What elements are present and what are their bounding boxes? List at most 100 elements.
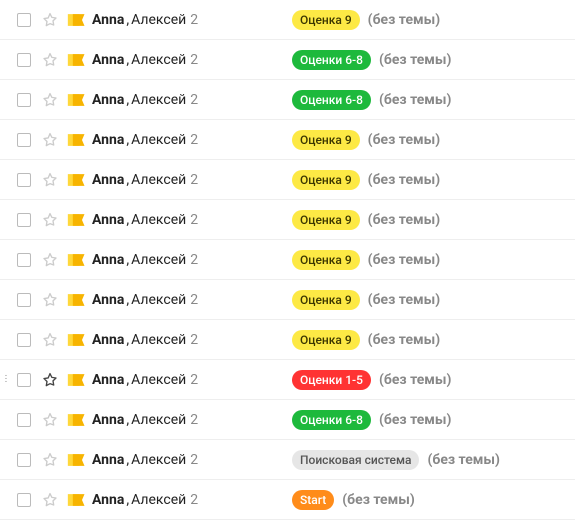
thread-count: 2 xyxy=(190,172,198,188)
select-checkbox[interactable] xyxy=(10,253,38,267)
select-checkbox[interactable] xyxy=(10,453,38,467)
flag-icon[interactable] xyxy=(62,332,92,348)
star-icon[interactable] xyxy=(38,91,62,109)
subject-area: Оценка 9 (без темы) xyxy=(292,250,575,270)
sender-primary: Anna xyxy=(92,492,124,508)
star-icon[interactable] xyxy=(38,411,62,429)
sender-primary: Anna xyxy=(92,172,124,188)
label-tag[interactable]: Оценка 9 xyxy=(292,10,360,30)
label-tag[interactable]: Оценка 9 xyxy=(292,290,360,310)
thread-count: 2 xyxy=(190,372,198,388)
select-checkbox[interactable] xyxy=(10,373,38,387)
mail-row[interactable]: Anna, Алексей 2 Поисковая система (без т… xyxy=(0,440,575,480)
subject-brief: (без темы) xyxy=(368,12,441,28)
sender-secondary: Алексей xyxy=(131,292,186,308)
sender-secondary: Алексей xyxy=(131,12,186,28)
label-tag[interactable]: Поисковая система xyxy=(292,450,419,470)
flag-icon[interactable] xyxy=(62,172,92,188)
star-icon[interactable] xyxy=(38,171,62,189)
subject-area: Оценка 9 (без темы) xyxy=(292,130,575,150)
label-tag[interactable]: Оценка 9 xyxy=(292,330,360,350)
flag-icon[interactable] xyxy=(62,492,92,508)
flag-icon[interactable] xyxy=(62,372,92,388)
star-icon[interactable] xyxy=(38,331,62,349)
mail-row[interactable]: Anna, Алексей 2 Start (без темы) xyxy=(0,480,575,520)
mail-row[interactable]: ······ Anna, Алексей 2 Оценки 1-5 (без т… xyxy=(0,360,575,400)
flag-icon[interactable] xyxy=(62,292,92,308)
subject-brief: (без темы) xyxy=(379,412,452,428)
senders: Anna, Алексей 2 xyxy=(92,132,292,148)
label-tag[interactable]: Start xyxy=(292,490,334,510)
mail-row[interactable]: Anna, Алексей 2 Оценка 9 (без темы) xyxy=(0,280,575,320)
star-icon[interactable] xyxy=(38,11,62,29)
flag-icon[interactable] xyxy=(62,252,92,268)
subject-area: Оценки 1-5 (без темы) xyxy=(292,370,575,390)
label-tag[interactable]: Оценка 9 xyxy=(292,250,360,270)
label-tag[interactable]: Оценки 6-8 xyxy=(292,410,371,430)
star-icon[interactable] xyxy=(38,371,62,389)
sender-secondary: Алексей xyxy=(131,412,186,428)
select-checkbox[interactable] xyxy=(10,493,38,507)
sender-secondary: Алексей xyxy=(131,52,186,68)
senders: Anna, Алексей 2 xyxy=(92,52,292,68)
mail-row[interactable]: Anna, Алексей 2 Оценка 9 (без темы) xyxy=(0,120,575,160)
select-checkbox[interactable] xyxy=(10,413,38,427)
flag-icon[interactable] xyxy=(62,12,92,28)
senders: Anna, Алексей 2 xyxy=(92,492,292,508)
star-icon[interactable] xyxy=(38,291,62,309)
mail-row[interactable]: Anna, Алексей 2 Оценки 6-8 (без темы) xyxy=(0,80,575,120)
sender-primary: Anna xyxy=(92,212,124,228)
thread-count: 2 xyxy=(190,92,198,108)
sender-secondary: Алексей xyxy=(131,372,186,388)
flag-icon[interactable] xyxy=(62,212,92,228)
subject-brief: (без темы) xyxy=(427,452,500,468)
sender-secondary: Алексей xyxy=(131,212,186,228)
star-icon[interactable] xyxy=(38,211,62,229)
select-checkbox[interactable] xyxy=(10,13,38,27)
mail-row[interactable]: Anna, Алексей 2 Оценка 9 (без темы) xyxy=(0,160,575,200)
mail-row[interactable]: Anna, Алексей 2 Оценка 9 (без темы) xyxy=(0,240,575,280)
flag-icon[interactable] xyxy=(62,92,92,108)
mail-row[interactable]: Anna, Алексей 2 Оценка 9 (без темы) xyxy=(0,0,575,40)
subject-area: Оценка 9 (без темы) xyxy=(292,210,575,230)
star-icon[interactable] xyxy=(38,131,62,149)
mail-row[interactable]: Anna, Алексей 2 Оценки 6-8 (без темы) xyxy=(0,400,575,440)
select-checkbox[interactable] xyxy=(10,293,38,307)
label-tag[interactable]: Оценка 9 xyxy=(292,210,360,230)
select-checkbox[interactable] xyxy=(10,53,38,67)
star-icon[interactable] xyxy=(38,51,62,69)
mail-row[interactable]: Anna, Алексей 2 Оценка 9 (без темы) xyxy=(0,200,575,240)
flag-icon[interactable] xyxy=(62,132,92,148)
select-checkbox[interactable] xyxy=(10,93,38,107)
select-checkbox[interactable] xyxy=(10,333,38,347)
select-checkbox[interactable] xyxy=(10,173,38,187)
subject-area: Оценка 9 (без темы) xyxy=(292,170,575,190)
select-checkbox[interactable] xyxy=(10,133,38,147)
label-tag[interactable]: Оценка 9 xyxy=(292,170,360,190)
thread-count: 2 xyxy=(190,132,198,148)
flag-icon[interactable] xyxy=(62,52,92,68)
label-tag[interactable]: Оценки 6-8 xyxy=(292,50,371,70)
senders: Anna, Алексей 2 xyxy=(92,452,292,468)
subject-brief: (без темы) xyxy=(368,332,441,348)
mail-row[interactable]: Anna, Алексей 2 Оценка 9 (без темы) xyxy=(0,320,575,360)
senders: Anna, Алексей 2 xyxy=(92,12,292,28)
subject-brief: (без темы) xyxy=(368,172,441,188)
mail-row[interactable]: Anna, Алексей 2 Оценки 6-8 (без темы) xyxy=(0,40,575,80)
label-tag[interactable]: Оценка 9 xyxy=(292,130,360,150)
senders: Anna, Алексей 2 xyxy=(92,172,292,188)
sender-primary: Anna xyxy=(92,52,124,68)
sender-primary: Anna xyxy=(92,332,124,348)
flag-icon[interactable] xyxy=(62,452,92,468)
star-icon[interactable] xyxy=(38,251,62,269)
star-icon[interactable] xyxy=(38,451,62,469)
drag-handle-icon[interactable]: ······ xyxy=(0,375,10,384)
label-tag[interactable]: Оценки 1-5 xyxy=(292,370,371,390)
star-icon[interactable] xyxy=(38,491,62,509)
subject-brief: (без темы) xyxy=(368,252,441,268)
flag-icon[interactable] xyxy=(62,412,92,428)
sender-secondary: Алексей xyxy=(131,132,186,148)
label-tag[interactable]: Оценки 6-8 xyxy=(292,90,371,110)
subject-brief: (без темы) xyxy=(379,52,452,68)
select-checkbox[interactable] xyxy=(10,213,38,227)
